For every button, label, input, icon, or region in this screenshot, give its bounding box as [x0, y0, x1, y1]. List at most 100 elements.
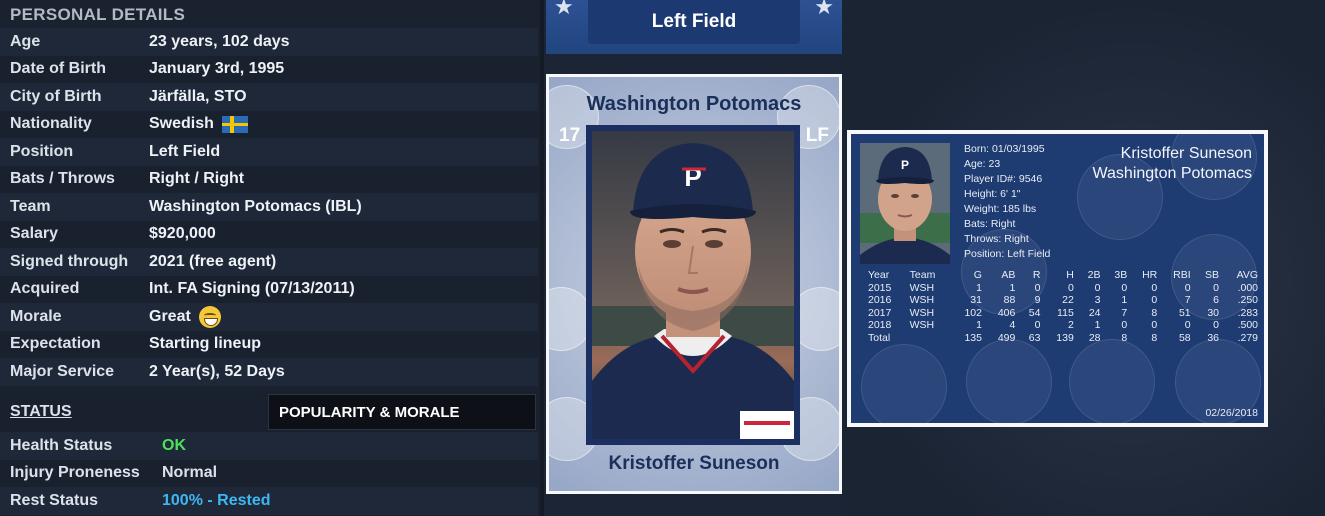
- stats-cell: 0: [1067, 281, 1074, 294]
- detail-label: Morale: [10, 307, 62, 325]
- status-title[interactable]: STATUS: [0, 403, 72, 421]
- detail-value: Right / Right: [149, 170, 245, 188]
- stats-cell: 54: [1028, 306, 1041, 319]
- detail-row-service: Major Service 2 Year(s), 52 Days: [0, 358, 538, 386]
- stats-cell: [907, 332, 952, 345]
- card-jersey-number: 17: [559, 125, 581, 146]
- stats-cell: 0: [1151, 294, 1158, 306]
- stats-cell: 7: [1184, 294, 1191, 306]
- status-label: Injury Proneness: [10, 464, 140, 482]
- stats-col-header: AVG: [1236, 269, 1258, 281]
- stats-cell: 1: [1009, 281, 1016, 294]
- stats-cell: WSH: [909, 281, 935, 294]
- detail-value: Left Field: [149, 142, 221, 160]
- stats-cell: 0: [1213, 319, 1220, 331]
- stats-col-header: H: [1066, 269, 1074, 281]
- happy-face-icon: [198, 305, 221, 328]
- status-label: Rest Status: [10, 491, 99, 509]
- status-label: Health Status: [10, 436, 113, 454]
- stats-cell: 0: [1213, 281, 1220, 294]
- detail-label: Signed through: [10, 252, 129, 270]
- stats-cell: 1: [1121, 294, 1128, 306]
- stats-col-header: Year: [868, 269, 890, 281]
- stats-cell: 2015: [868, 281, 892, 294]
- stats-cell: 0: [1184, 319, 1191, 331]
- stats-cell: 139: [1056, 331, 1074, 344]
- stats-card[interactable]: P Born: 01/03/1995 Age: 23 Player ID#: 9…: [847, 130, 1268, 427]
- detail-value: Washington Potomacs (IBL): [149, 197, 362, 215]
- detail-label: Bats / Throws: [10, 170, 115, 188]
- personal-details-panel: PERSONAL DETAILS Age 23 years, 102 days …: [0, 0, 540, 516]
- stats-cell: 30: [1207, 306, 1220, 319]
- baseball-watermark-icon: [966, 339, 1052, 423]
- stats-card-inner: P Born: 01/03/1995 Age: 23 Player ID#: 9…: [851, 134, 1264, 423]
- stats-cell: 31: [970, 294, 982, 306]
- status-list: Health Status OK Injury Proneness Normal…: [0, 432, 538, 515]
- status-section: STATUS POPULARITY & MORALE Health Status…: [0, 392, 538, 515]
- stats-cell: 0: [1034, 319, 1041, 331]
- stats-cell: 8: [1151, 331, 1158, 344]
- bio-position: Position: Left Field: [964, 248, 1051, 260]
- card-position: LF: [805, 125, 829, 146]
- stats-cell: 24: [1088, 306, 1101, 319]
- stats-row: 2016 WSH 31 88 9 22 3 1 0 7 6 .250: [865, 294, 1261, 307]
- detail-row-nationality: Nationality Swedish: [0, 110, 538, 138]
- player-portrait-icon: P: [592, 131, 794, 439]
- stats-cell: .000: [1237, 281, 1258, 294]
- detail-label: Team: [10, 197, 51, 215]
- stats-cell: 9: [1034, 294, 1041, 306]
- bio-player-id: Player ID#: 9546: [964, 173, 1043, 185]
- stats-cell: 2018: [868, 319, 892, 331]
- stats-cell: 499: [997, 331, 1016, 344]
- card-player-name: Kristoffer Suneson: [608, 453, 780, 474]
- detail-value: 2 Year(s), 52 Days: [149, 362, 285, 380]
- detail-row-age: Age 23 years, 102 days: [0, 28, 538, 56]
- popularity-morale-tab[interactable]: POPULARITY & MORALE: [268, 394, 536, 430]
- stats-cell: 7: [1121, 306, 1128, 319]
- detail-value: Int. FA Signing (07/13/2011): [149, 280, 355, 298]
- stats-row: 2015 WSH 1 1 0 0 0 0 0 0 0 .000: [865, 282, 1261, 295]
- stats-card-team-name: Washington Potomacs: [1092, 165, 1252, 182]
- sweden-flag-icon: [221, 115, 248, 133]
- detail-label: Acquired: [10, 280, 80, 298]
- bio-weight: Weight: 185 lbs: [964, 203, 1037, 215]
- stats-cell: 36: [1207, 331, 1220, 344]
- detail-label: Expectation: [10, 335, 101, 353]
- bio-bats: Bats: Right: [964, 218, 1016, 230]
- stats-row: 2018 WSH 1 4 0 2 1 0 0 0 0 .500: [865, 319, 1261, 332]
- bio-throws: Throws: Right: [964, 233, 1029, 245]
- stats-cell: .279: [1237, 331, 1258, 344]
- position-label: Left Field: [588, 0, 800, 44]
- stats-card-photo: P: [860, 143, 950, 264]
- detail-row-position: Position Left Field: [0, 138, 538, 166]
- position-banner: ★ Left Field ★: [546, 0, 842, 54]
- stats-card-player-name: Kristoffer Suneson: [1120, 145, 1252, 162]
- detail-value: $920,000: [149, 225, 216, 243]
- player-thumbnail-icon: P: [860, 143, 950, 264]
- player-card[interactable]: Washington Potomacs 17 LF P Kristoffer S…: [546, 74, 842, 494]
- status-row-rest: Rest Status 100% - Rested: [0, 487, 538, 515]
- bio-age: Age: 23: [964, 158, 1001, 170]
- detail-label: Salary: [10, 225, 59, 243]
- rest-status-value: 100% - Rested: [162, 491, 271, 509]
- detail-value: Great: [149, 305, 221, 328]
- stats-cell: 115: [1057, 306, 1074, 319]
- stats-cell: 0: [1121, 319, 1128, 331]
- star-icon: ★: [554, 0, 574, 19]
- bio-height: Height: 6' 1": [964, 188, 1021, 200]
- stats-cell: 0: [1151, 281, 1158, 294]
- detail-label: Position: [10, 142, 74, 160]
- detail-row-city: City of Birth Järfälla, STO: [0, 83, 538, 111]
- stats-cell: .283: [1237, 306, 1258, 319]
- stats-card-header: Kristoffer Suneson Washington Potomacs: [1093, 144, 1252, 184]
- detail-label: Major Service: [10, 362, 115, 380]
- stats-cell: 8: [1121, 331, 1128, 344]
- baseball-watermark-icon: [1069, 339, 1155, 423]
- stats-cell: WSH: [909, 319, 935, 331]
- stats-cell: 102: [964, 306, 982, 319]
- stats-cell: 2016: [868, 294, 892, 306]
- stats-col-header: SB: [1205, 269, 1220, 281]
- injury-proneness-value: Normal: [162, 464, 218, 482]
- stats-col-header: Team: [909, 269, 936, 281]
- career-stats-table: Year Team G AB R H 2B 3B HR RBI SB AVG 2…: [865, 269, 1261, 344]
